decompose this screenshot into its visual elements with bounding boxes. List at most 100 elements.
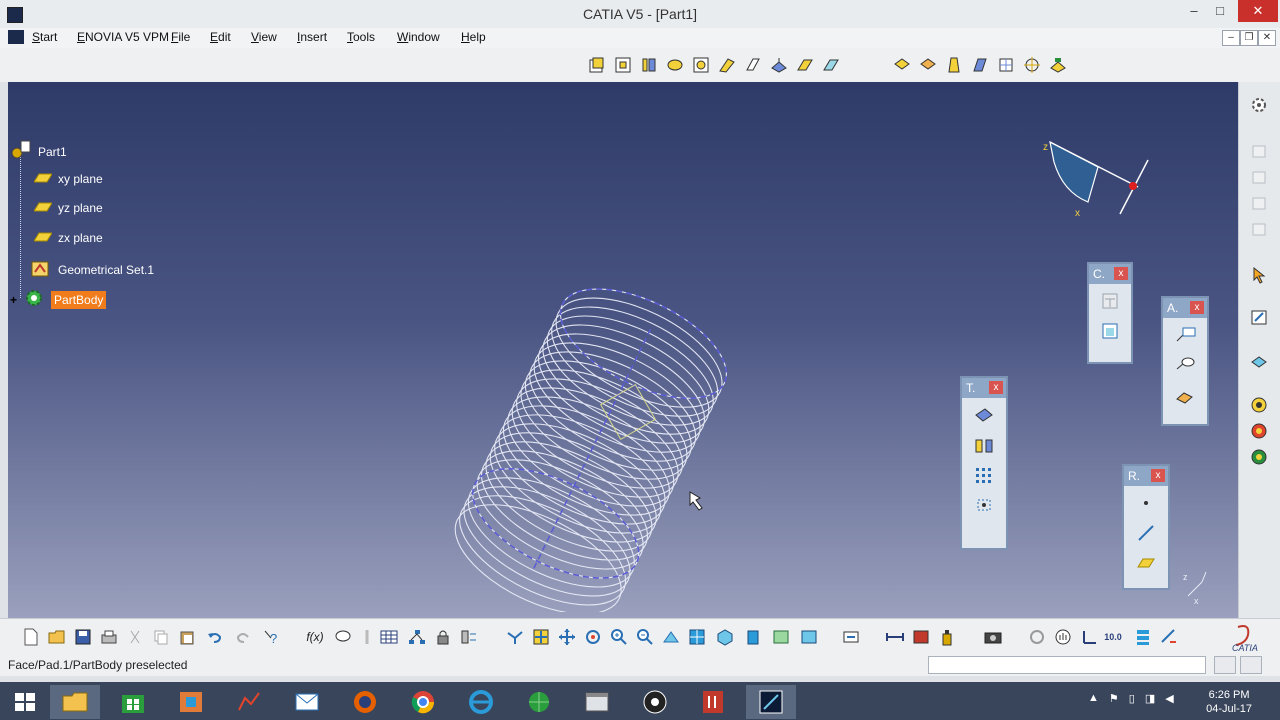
menu-file[interactable]: File xyxy=(171,30,190,44)
status-button-1[interactable] xyxy=(1214,656,1236,674)
swap-visible-space-icon[interactable] xyxy=(798,627,820,647)
cut-icon[interactable] xyxy=(124,627,146,647)
chamfer-icon[interactable] xyxy=(916,54,939,76)
thickness-icon[interactable] xyxy=(994,54,1017,76)
constraints-palette[interactable]: C. x xyxy=(1087,262,1133,364)
tree-graph-icon[interactable] xyxy=(406,627,428,647)
plane-create-icon[interactable] xyxy=(1131,550,1161,576)
multi-sections-solid-icon[interactable] xyxy=(793,54,816,76)
save-icon[interactable] xyxy=(72,627,94,647)
obs-icon[interactable] xyxy=(630,685,680,719)
palette-close-button[interactable]: x xyxy=(1151,469,1165,482)
palette-close-button[interactable]: x xyxy=(989,381,1003,394)
palette-close-button[interactable]: x xyxy=(1114,267,1128,280)
tree-root[interactable]: Part1 xyxy=(10,140,67,163)
tree-item-geometrical-set[interactable]: Geometrical Set.1 xyxy=(30,258,154,281)
add-icon[interactable] xyxy=(1247,192,1271,214)
store-icon[interactable] xyxy=(108,685,158,719)
refresh-icon[interactable] xyxy=(1026,627,1048,647)
mirror-icon[interactable] xyxy=(969,432,999,458)
fly-mode-icon[interactable] xyxy=(504,627,526,647)
hide-show-icon[interactable] xyxy=(770,627,792,647)
translation-icon[interactable] xyxy=(969,402,999,428)
tree-item-xy-plane[interactable]: xy plane xyxy=(33,172,103,186)
3d-viewport[interactable]: Part1 xy plane yz plane zx plane Geometr… xyxy=(8,82,1238,618)
close-button[interactable]: ✕ xyxy=(1238,0,1278,22)
copy-icon[interactable] xyxy=(150,627,172,647)
clock[interactable]: 6:26 PM 04-Jul-17 xyxy=(1206,688,1252,716)
comment-icon[interactable] xyxy=(332,627,354,647)
power-input-field[interactable] xyxy=(928,656,1206,674)
grid-spacing-icon[interactable]: 10.0 xyxy=(1102,627,1124,647)
measure-between-icon[interactable] xyxy=(1247,394,1271,416)
app-graph-icon[interactable] xyxy=(224,685,274,719)
hole-icon[interactable] xyxy=(689,54,712,76)
transformation-palette[interactable]: T. x xyxy=(960,376,1008,550)
assemble-icon[interactable] xyxy=(1247,166,1271,188)
pocket-icon[interactable] xyxy=(611,54,634,76)
app-envelope-icon[interactable] xyxy=(282,685,332,719)
mdi-minimize-button[interactable]: – xyxy=(1222,30,1240,46)
edge-fillet-icon[interactable] xyxy=(890,54,913,76)
normal-view-icon[interactable] xyxy=(660,627,682,647)
tray-chevron-icon[interactable]: ▲ xyxy=(1088,692,1099,705)
zoom-out-icon[interactable] xyxy=(634,627,656,647)
grab-hand-icon[interactable] xyxy=(1052,627,1074,647)
pad-icon[interactable] xyxy=(585,54,608,76)
maximize-button[interactable]: □ xyxy=(1206,0,1234,22)
3d-annotation-query-icon[interactable] xyxy=(1170,382,1200,408)
remove-face-icon[interactable] xyxy=(1046,54,1069,76)
menu-tools[interactable]: Tools xyxy=(347,30,375,44)
point-icon[interactable] xyxy=(1131,490,1161,516)
zoom-in-icon[interactable] xyxy=(608,627,630,647)
shell-icon[interactable] xyxy=(968,54,991,76)
palette-close-button[interactable]: x xyxy=(1190,301,1204,314)
app-orange-icon[interactable] xyxy=(166,685,216,719)
catia-taskbar-icon[interactable] xyxy=(746,685,796,719)
app-window-icon[interactable] xyxy=(572,685,622,719)
groove-icon[interactable] xyxy=(663,54,686,76)
annotations-palette[interactable]: A. x xyxy=(1161,296,1209,426)
redo-icon[interactable] xyxy=(232,627,254,647)
insert-body-icon[interactable] xyxy=(1247,140,1271,162)
sketcher-icon[interactable] xyxy=(1247,306,1271,328)
tray-device-icon[interactable]: ▯ xyxy=(1129,692,1135,705)
chrome-icon[interactable] xyxy=(398,685,448,719)
draft-angle-icon[interactable] xyxy=(942,54,965,76)
stack-icon[interactable] xyxy=(1132,627,1154,647)
menu-help[interactable]: Help xyxy=(461,30,486,44)
tray-volume-icon[interactable]: ◀ xyxy=(1165,692,1173,705)
start-icon[interactable] xyxy=(8,30,24,44)
mdi-restore-button[interactable]: ❐ xyxy=(1240,30,1258,46)
settings-gear-icon[interactable] xyxy=(1247,94,1271,116)
tray-network-icon[interactable]: ◨ xyxy=(1145,692,1155,705)
tray-flag-icon[interactable]: ⚑ xyxy=(1109,692,1119,705)
paste-icon[interactable] xyxy=(176,627,198,647)
measure-inertia-icon[interactable] xyxy=(1247,446,1271,468)
capture-camera-icon[interactable] xyxy=(982,627,1004,647)
firefox-icon[interactable] xyxy=(340,685,390,719)
measure-ruler-icon[interactable] xyxy=(884,627,906,647)
menu-window[interactable]: Window xyxy=(397,30,440,44)
minimize-button[interactable]: – xyxy=(1180,0,1208,22)
undo-icon[interactable] xyxy=(204,627,226,647)
menu-insert[interactable]: Insert xyxy=(297,30,327,44)
measure-item-icon[interactable] xyxy=(1247,420,1271,442)
expand-plus-icon[interactable]: + xyxy=(10,293,17,307)
constraint-icon[interactable] xyxy=(1095,288,1125,314)
status-button-2[interactable] xyxy=(1240,656,1262,674)
tree-item-yz-plane[interactable]: yz plane xyxy=(33,201,103,215)
shaft-icon[interactable] xyxy=(637,54,660,76)
parameters-icon[interactable] xyxy=(458,627,480,647)
rib-icon[interactable] xyxy=(715,54,738,76)
tree-item-partbody[interactable]: + PartBody xyxy=(10,288,107,311)
app-red-icon[interactable] xyxy=(688,685,738,719)
multi-view-icon[interactable] xyxy=(686,627,708,647)
snap-point-icon[interactable] xyxy=(1158,627,1180,647)
thread-icon[interactable] xyxy=(1020,54,1043,76)
shading-icon[interactable] xyxy=(742,627,764,647)
formula-fx-icon[interactable]: f(x) xyxy=(304,627,326,647)
internet-explorer-icon[interactable] xyxy=(456,685,506,719)
bottle-icon[interactable] xyxy=(936,627,958,647)
axis-system-icon[interactable] xyxy=(1078,627,1100,647)
